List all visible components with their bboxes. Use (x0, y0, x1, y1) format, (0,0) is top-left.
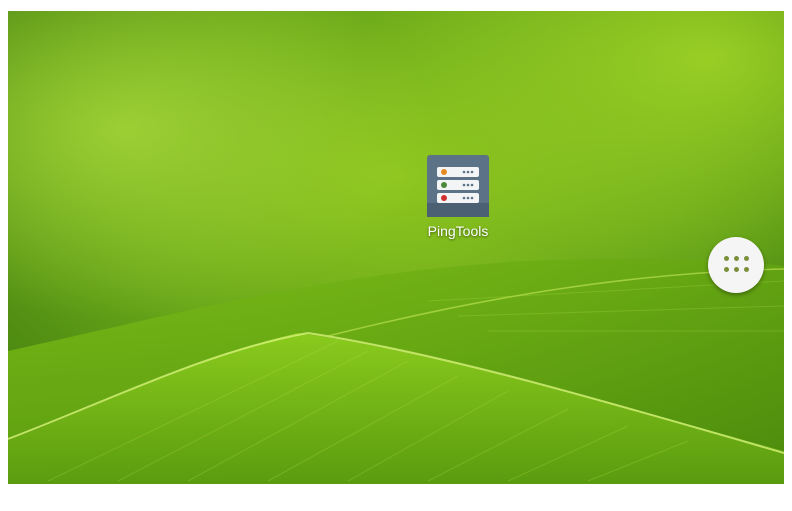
all-apps-button[interactable] (708, 237, 764, 293)
leaf-wallpaper (8, 11, 784, 484)
home-screen: PingTools (8, 11, 784, 484)
server-rack-icon (427, 155, 489, 217)
apps-grid-icon (724, 256, 749, 274)
app-label: PingTools (427, 223, 489, 239)
pingtools-app-shortcut[interactable]: PingTools (418, 155, 498, 255)
